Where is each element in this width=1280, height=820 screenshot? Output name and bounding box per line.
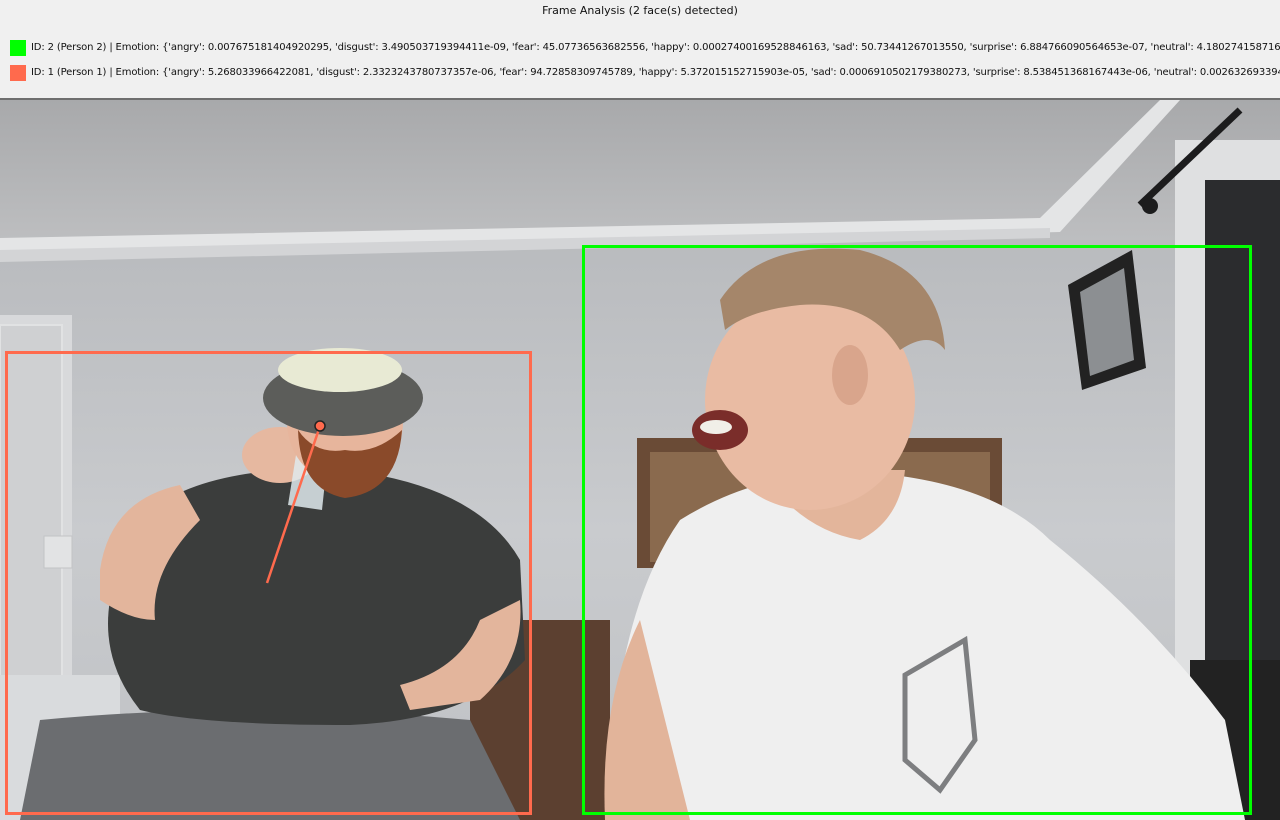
detection-box-person-1 <box>5 351 532 815</box>
legend-text-person-1: ID: 1 (Person 1) | Emotion: {'angry': 5.… <box>31 67 1280 78</box>
legend-row-person-1: ID: 1 (Person 1) | Emotion: {'angry': 5.… <box>10 64 1280 81</box>
legend-row-person-2: ID: 2 (Person 2) | Emotion: {'angry': 0.… <box>10 39 1280 56</box>
video-frame <box>0 100 1280 820</box>
frame-analysis-window: Frame Analysis (2 face(s) detected) ID: … <box>0 0 1280 820</box>
color-swatch-person-1 <box>10 64 26 81</box>
analysis-header: Frame Analysis (2 face(s) detected) ID: … <box>0 0 1280 100</box>
ceiling <box>0 100 1280 240</box>
legend-text-person-2: ID: 2 (Person 2) | Emotion: {'angry': 0.… <box>31 42 1280 53</box>
window-title: Frame Analysis (2 face(s) detected) <box>542 4 738 17</box>
detection-box-person-2 <box>582 245 1252 815</box>
color-swatch-person-2 <box>10 39 26 56</box>
